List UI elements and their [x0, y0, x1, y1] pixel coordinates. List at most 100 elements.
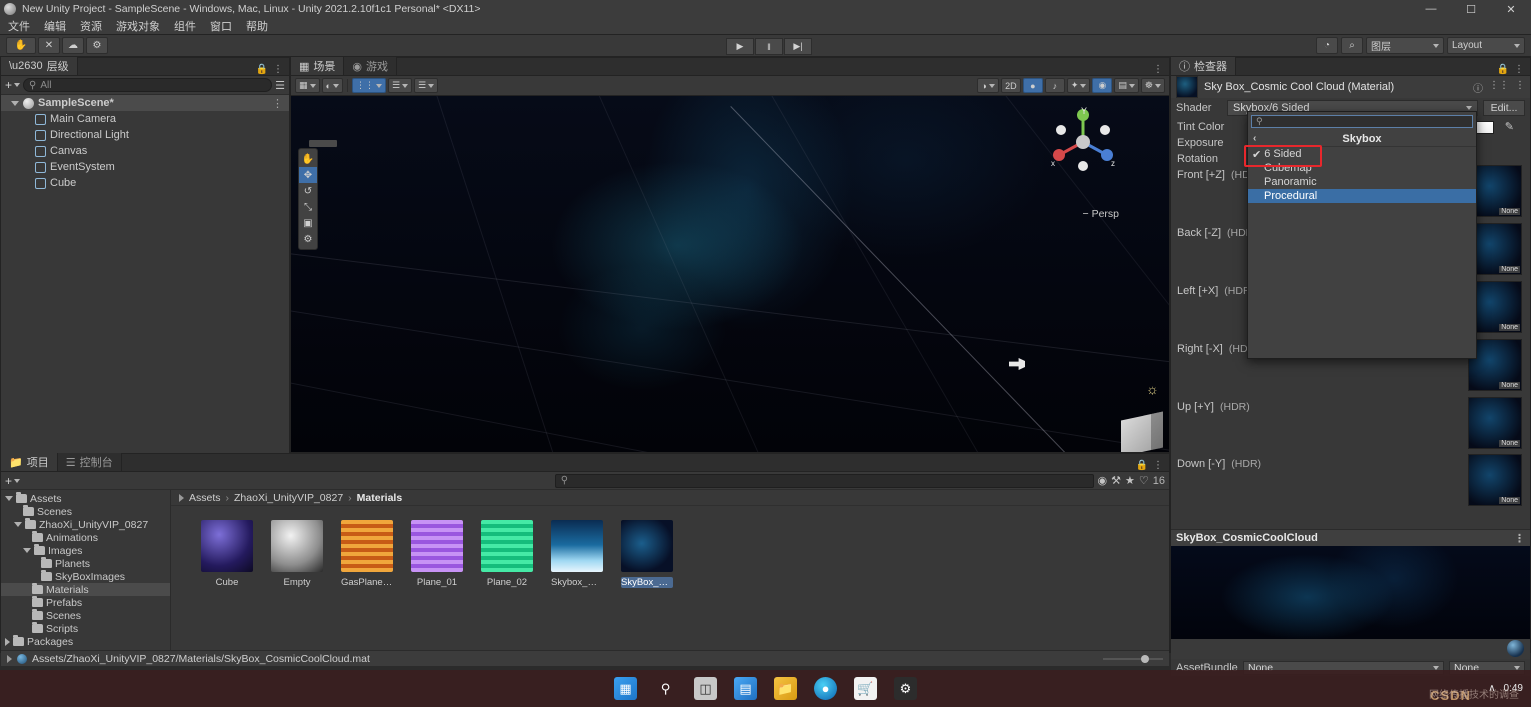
- filter-label-icon[interactable]: ⚒: [1111, 474, 1121, 487]
- chevron-right-icon[interactable]: [7, 654, 12, 663]
- minimize-button[interactable]: —: [1411, 0, 1451, 18]
- start-icon[interactable]: ▦: [614, 677, 637, 700]
- breadcrumb-assets[interactable]: Assets: [189, 492, 221, 504]
- chevron-right-icon[interactable]: [5, 637, 10, 646]
- hierarchy-item-cube[interactable]: Cube: [1, 175, 289, 191]
- tree-item-skyboximages[interactable]: SkyBoxImages: [1, 570, 170, 583]
- account-button[interactable]: ✕: [38, 37, 60, 54]
- edge-icon[interactable]: ●: [814, 677, 837, 700]
- tree-item-scripts[interactable]: Scripts: [1, 622, 170, 635]
- kebab-menu-icon[interactable]: ⋮: [1514, 64, 1524, 75]
- move-tool-icon[interactable]: ✥: [299, 167, 317, 183]
- layers-dropdown[interactable]: 图层: [1366, 37, 1444, 54]
- prop-left-x[interactable]: Left [+X] (HDR): [1177, 285, 1254, 297]
- lock-icon[interactable]: 🔒: [1497, 64, 1509, 75]
- asset-item-plane02[interactable]: Plane_02: [481, 520, 533, 588]
- texture-slot-up[interactable]: None: [1468, 397, 1522, 449]
- prop-rotation[interactable]: Rotation: [1177, 153, 1218, 165]
- scene-visibility-dropdown[interactable]: ☰: [387, 78, 413, 93]
- hierarchy-item-canvas[interactable]: Canvas: [1, 143, 289, 159]
- store-icon[interactable]: 🛒: [854, 677, 877, 700]
- shading-mode-dropdown[interactable]: ▦: [295, 78, 320, 93]
- shader-option-6-sided[interactable]: ✔ 6 Sided: [1248, 147, 1476, 161]
- texture-slot-down[interactable]: None: [1468, 454, 1522, 506]
- rotate-tool-icon[interactable]: ↺: [299, 183, 317, 199]
- thumbnail-size-slider[interactable]: [1103, 654, 1163, 663]
- asset-item-empty[interactable]: Empty: [271, 520, 323, 588]
- scene-camera-settings-dropdown[interactable]: ▤: [1114, 78, 1139, 93]
- tree-item-assets[interactable]: Assets: [1, 492, 170, 505]
- tree-item-images[interactable]: Images: [1, 544, 170, 557]
- play-button[interactable]: ▶: [726, 38, 754, 55]
- tab-hierarchy[interactable]: \u2630 层级: [1, 57, 78, 75]
- menu-item-assets[interactable]: 资源: [80, 18, 102, 34]
- help-icon[interactable]: ⓘ: [1473, 80, 1483, 95]
- breadcrumb-zhaoxi[interactable]: ZhaoXi_UnityVIP_0827: [234, 492, 343, 504]
- projection-mode-label[interactable]: − Persp: [1083, 208, 1120, 220]
- prop-exposure[interactable]: Exposure: [1177, 137, 1223, 149]
- project-search-input[interactable]: ⚲: [554, 473, 1094, 488]
- cloud-button[interactable]: ☁: [62, 37, 84, 54]
- shader-search-input[interactable]: ⚲: [1251, 115, 1473, 128]
- shader-option-panoramic[interactable]: Panoramic: [1248, 175, 1476, 189]
- filter-save-icon[interactable]: ★: [1125, 474, 1135, 487]
- tree-item-animations[interactable]: Animations: [1, 531, 170, 544]
- prop-tint-color[interactable]: Tint Color: [1177, 121, 1224, 133]
- scene-lighting-toggle[interactable]: ◑: [977, 78, 999, 93]
- menu-item-window[interactable]: 窗口: [210, 18, 232, 34]
- audio-toggle-button[interactable]: ♪: [1044, 78, 1065, 93]
- scale-tool-icon[interactable]: ⤡: [299, 199, 317, 215]
- search-icon[interactable]: ⌕: [1341, 37, 1363, 54]
- asset-item-skybox-co[interactable]: SkyBox_Co...: [621, 520, 673, 588]
- kebab-menu-icon[interactable]: ⋮: [1153, 460, 1163, 471]
- eyedropper-icon[interactable]: ✎: [1505, 120, 1514, 133]
- hierarchy-item-eventsystem[interactable]: EventSystem: [1, 159, 289, 175]
- close-button[interactable]: ✕: [1491, 0, 1531, 18]
- tab-inspector[interactable]: ⓘ 检查器: [1171, 57, 1236, 75]
- menu-item-component[interactable]: 组件: [174, 18, 196, 34]
- tab-console[interactable]: ☰ 控制台: [57, 453, 122, 471]
- tree-item-packages[interactable]: Packages: [1, 635, 170, 648]
- layout-dropdown[interactable]: Layout: [1447, 37, 1525, 54]
- pause-button[interactable]: ‖: [755, 38, 783, 55]
- chevron-down-icon[interactable]: [11, 100, 19, 106]
- toggle-2d-button[interactable]: 2D: [1000, 78, 1021, 93]
- preview-shape-icon[interactable]: [1507, 640, 1524, 657]
- chevron-down-icon[interactable]: [23, 548, 31, 553]
- gizmos-dropdown[interactable]: ☰: [414, 78, 439, 93]
- scene-light-button[interactable]: ●: [1022, 78, 1043, 93]
- kebab-menu-icon[interactable]: ⋮: [1514, 532, 1525, 545]
- step-button[interactable]: ▶|: [784, 38, 812, 55]
- asset-item-skybox-ca[interactable]: Skybox_Ca...: [551, 520, 603, 588]
- chevron-down-icon[interactable]: [14, 522, 22, 527]
- hierarchy-item-directional-light[interactable]: Directional Light: [1, 127, 289, 143]
- filter-favorite-icon[interactable]: ♡: [1139, 474, 1149, 487]
- cube-object[interactable]: [1121, 411, 1163, 452]
- shader-option-procedural[interactable]: Procedural: [1248, 189, 1476, 203]
- asset-item-gasplanet[interactable]: GasPlanet...: [341, 520, 393, 588]
- tree-item-materials[interactable]: Materials: [1, 583, 170, 596]
- draw-mode-dropdown[interactable]: ◐: [321, 78, 343, 93]
- scene-kebab-icon[interactable]: ⋮: [1153, 64, 1163, 75]
- tree-item-scenes[interactable]: Scenes: [1, 609, 170, 622]
- prop-up-y[interactable]: Up [+Y] (HDR): [1177, 401, 1250, 413]
- kebab-menu-icon[interactable]: ⋮: [273, 64, 283, 75]
- scene-kebab-icon[interactable]: ⋮: [272, 97, 289, 110]
- hierarchy-scene-row[interactable]: SampleScene* ⋮: [1, 95, 289, 111]
- asset-item-cube[interactable]: Cube: [201, 520, 253, 588]
- lock-icon[interactable]: 🔒: [256, 64, 268, 75]
- hierarchy-filter-icon[interactable]: ☰: [275, 79, 285, 92]
- settings-button[interactable]: ⚙: [86, 37, 108, 54]
- effects-dropdown[interactable]: ✦: [1066, 78, 1091, 93]
- tab-scene[interactable]: ▦ 场景: [291, 57, 345, 75]
- tab-game[interactable]: ◉ 游戏: [344, 57, 398, 75]
- widgets-icon[interactable]: ▤: [734, 677, 757, 700]
- maximize-button[interactable]: ☐: [1451, 0, 1491, 18]
- filter-type-icon[interactable]: ◉: [1098, 474, 1108, 487]
- create-object-button[interactable]: +: [5, 78, 21, 92]
- tree-item-planets[interactable]: Planets: [1, 557, 170, 570]
- hierarchy-item-main-camera[interactable]: Main Camera: [1, 111, 289, 127]
- asset-item-plane01[interactable]: Plane_01: [411, 520, 463, 588]
- tree-item-scenes-root[interactable]: Scenes: [1, 505, 170, 518]
- scene-fx-button[interactable]: ⋮⋮: [351, 78, 386, 93]
